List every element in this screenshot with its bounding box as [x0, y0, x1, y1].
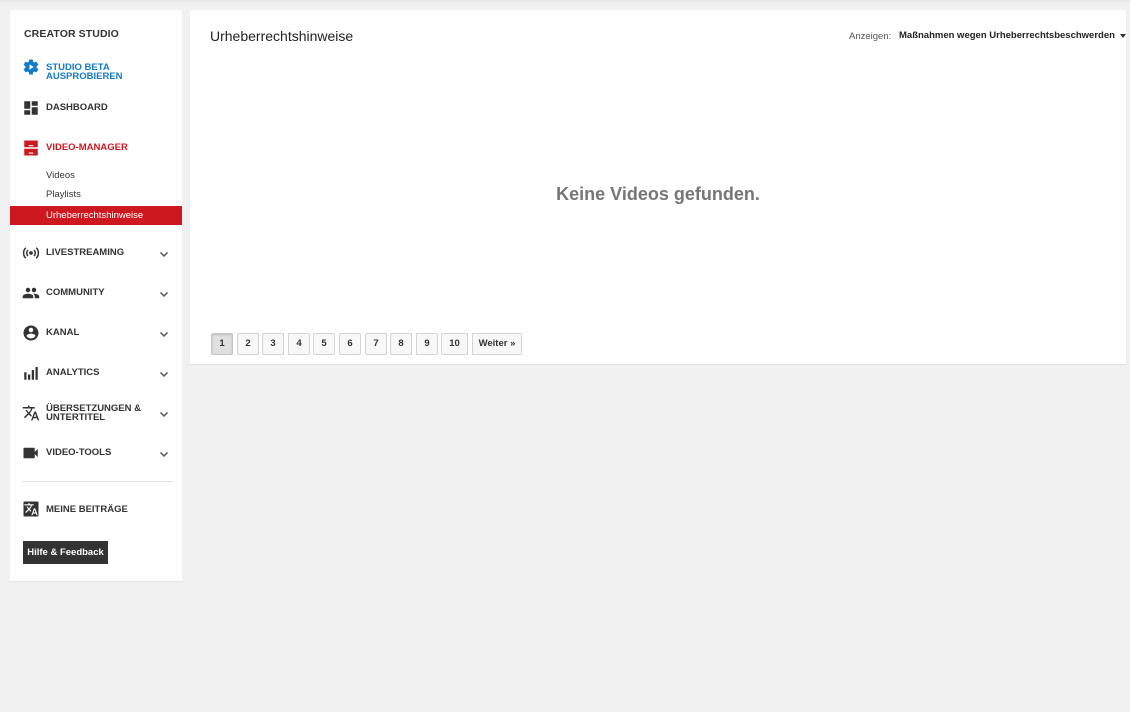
bar-chart-icon	[22, 364, 40, 382]
sidebar-item-community[interactable]: COMMUNITY	[10, 278, 182, 308]
caret-down-icon	[1119, 33, 1126, 38]
page-button-4[interactable]: 4	[288, 333, 310, 355]
chevron-down-icon[interactable]	[158, 368, 170, 380]
page-button-8[interactable]: 8	[390, 333, 412, 355]
filter-label: Anzeigen:	[849, 31, 892, 42]
video-manager-icon	[22, 139, 40, 157]
chevron-down-icon[interactable]	[158, 288, 170, 300]
broadcast-icon	[22, 244, 40, 262]
top-border	[0, 0, 1130, 2]
main-panel: Urheberrechtshinweise Anzeigen: Maßnahme…	[190, 10, 1126, 364]
sidebar-item-translations[interactable]: ÜBERSETZUNGEN & UNTERTITEL	[10, 398, 182, 428]
help-feedback-button[interactable]: Hilfe & Feedback	[23, 541, 108, 564]
sidebar-item-studio-beta[interactable]: STUDIO BETA AUSPROBIEREN	[10, 57, 182, 87]
sidebar-item-label: LIVESTREAMING	[46, 247, 125, 258]
sidebar-item-label: MEINE BEITRÄGE	[46, 504, 128, 515]
sidebar-item-label: ANALYTICS	[46, 367, 100, 378]
page-title: Urheberrechtshinweise	[210, 28, 354, 44]
sidebar-item-label-line2: UNTERTITEL	[46, 412, 106, 423]
dashboard-icon	[22, 99, 40, 117]
sidebar-item-label: VIDEO-TOOLS	[46, 447, 112, 458]
sidebar-item-livestreaming[interactable]: LIVESTREAMING	[10, 238, 182, 268]
sidebar-item-label: DASHBOARD	[46, 102, 108, 113]
sidebar-item-label: KANAL	[46, 327, 80, 338]
sidebar-subitem-label: Playlists	[46, 189, 81, 200]
sidebar-subitem-playlists[interactable]: Playlists	[10, 185, 182, 204]
sidebar-item-label: COMMUNITY	[46, 287, 105, 298]
page-button-1[interactable]: 1	[211, 333, 233, 355]
sidebar-subitem-label: Urheberrechtshinweise	[46, 210, 144, 221]
sidebar-item-my-contributions[interactable]: MEINE BEITRÄGE	[10, 495, 182, 525]
translate-icon	[22, 404, 40, 422]
sidebar-subitem-copyright-notices[interactable]: Urheberrechtshinweise	[10, 206, 182, 225]
translate-box-icon	[22, 500, 40, 518]
brand-title: CREATOR STUDIO	[24, 28, 119, 40]
sidebar-divider	[22, 481, 173, 482]
page-button-9[interactable]: 9	[416, 333, 438, 355]
next-page-button[interactable]: Weiter »	[472, 333, 522, 355]
page-button-6[interactable]: 6	[339, 333, 361, 355]
gear-play-icon	[22, 58, 40, 76]
filter-dropdown[interactable]: Maßnahmen wegen Urheberrechtsbeschwerden	[899, 30, 1126, 41]
chevron-down-icon[interactable]	[158, 248, 170, 260]
page-button-10[interactable]: 10	[441, 333, 468, 355]
sidebar-subitem-videos[interactable]: Videos	[10, 166, 182, 185]
empty-state-message: Keine Videos gefunden.	[556, 184, 760, 204]
page-button-7[interactable]: 7	[365, 333, 387, 355]
sidebar-item-kanal[interactable]: KANAL	[10, 318, 182, 348]
page-button-5[interactable]: 5	[313, 333, 335, 355]
sidebar-item-video-manager[interactable]: VIDEO-MANAGER	[10, 134, 182, 164]
account-icon	[22, 324, 40, 342]
sidebar-item-video-tools[interactable]: VIDEO-TOOLS	[10, 438, 182, 468]
sidebar-item-dashboard[interactable]: DASHBOARD	[10, 94, 182, 124]
sidebar-subitem-label: Videos	[46, 170, 75, 181]
chevron-down-icon[interactable]	[158, 408, 170, 420]
sidebar: CREATOR STUDIO STUDIO BETA AUSPROBIEREN …	[10, 10, 182, 581]
sidebar-item-label-line2: AUSPROBIEREN	[46, 71, 123, 82]
page-button-2[interactable]: 2	[237, 333, 259, 355]
page-button-3[interactable]: 3	[262, 333, 284, 355]
chevron-down-icon[interactable]	[158, 328, 170, 340]
sidebar-item-label: VIDEO-MANAGER	[46, 142, 128, 153]
chevron-down-icon[interactable]	[158, 448, 170, 460]
video-camera-icon	[22, 444, 40, 462]
sidebar-item-analytics[interactable]: ANALYTICS	[10, 358, 182, 388]
filter-dropdown-value: Maßnahmen wegen Urheberrechtsbeschwerden	[899, 30, 1115, 41]
people-icon	[22, 284, 40, 302]
